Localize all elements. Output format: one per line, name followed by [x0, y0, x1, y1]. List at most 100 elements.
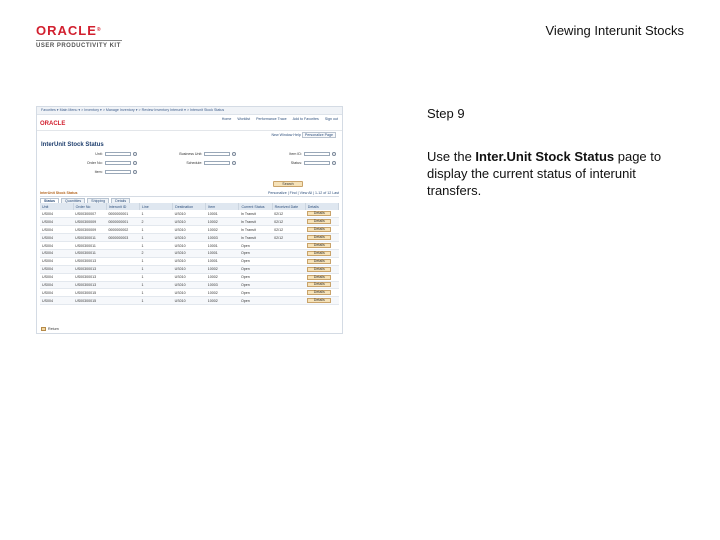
criteria-input[interactable]: [104, 152, 131, 156]
grid-tab[interactable]: Quantities: [60, 198, 86, 203]
criteria-field: Status:: [242, 160, 336, 166]
criteria-input[interactable]: [204, 161, 231, 165]
logo-subtitle: USER PRODUCTIVITY KIT: [36, 43, 121, 49]
table-cell: US004: [40, 265, 74, 274]
table-cell: US00300015: [73, 296, 107, 306]
table-row: US004 US00300013 1 US010 10001 Open Details: [40, 257, 339, 266]
lookup-icon[interactable]: [232, 161, 237, 165]
table-cell: Open: [238, 296, 273, 306]
table-cell: US004: [40, 288, 74, 298]
table-cell: 10001: [205, 210, 239, 219]
column-header[interactable]: Unit: [40, 203, 74, 210]
header-link[interactable]: New Window: [271, 133, 292, 137]
column-header[interactable]: Details: [305, 203, 340, 210]
table-cell: US010: [172, 225, 206, 235]
details-button[interactable]: Details: [307, 211, 332, 217]
details-button[interactable]: Details: [307, 266, 332, 272]
criteria-input[interactable]: [303, 161, 330, 165]
details-button[interactable]: Details: [307, 250, 332, 256]
details-button[interactable]: Details: [307, 227, 332, 233]
lookup-icon[interactable]: [232, 152, 237, 156]
criteria-input[interactable]: [204, 152, 231, 156]
table-cell: US010: [172, 249, 206, 258]
column-header[interactable]: Destination: [172, 203, 207, 210]
return-link[interactable]: Return: [41, 327, 59, 331]
column-header[interactable]: Received Date: [272, 203, 306, 210]
top-nav-item[interactable]: Sign out: [325, 117, 338, 121]
header-link[interactable]: Help: [293, 133, 300, 137]
details-button[interactable]: Details: [307, 282, 332, 288]
criteria-field: Item:: [43, 169, 137, 175]
column-header[interactable]: Current Status: [238, 203, 273, 210]
table-cell: US00300015: [73, 288, 107, 298]
top-nav-item[interactable]: Performance Trace: [256, 117, 287, 121]
details-button[interactable]: Details: [307, 243, 332, 248]
table-cell: 1: [139, 288, 173, 298]
details-button[interactable]: Details: [307, 290, 332, 296]
column-header[interactable]: Order No: [73, 203, 107, 210]
lookup-icon[interactable]: [132, 152, 137, 156]
table-cell: 10002: [205, 296, 239, 306]
table-cell: US010: [172, 265, 206, 274]
lookup-icon[interactable]: [331, 161, 336, 165]
grid-tab[interactable]: Shipping: [87, 198, 110, 203]
table-row: US004 US00300015 1 US010 10002 Open Details: [40, 288, 339, 298]
criteria-input[interactable]: [104, 170, 131, 174]
table-row: US004 US00300009 0000000002 1 US010 10002 In T…: [40, 225, 339, 235]
table-cell: US004: [40, 257, 74, 266]
table-cell: US010: [172, 281, 206, 290]
table-cell: Details: [305, 233, 339, 243]
table-cell: 02/12: [272, 233, 306, 243]
criteria-input[interactable]: [104, 161, 131, 165]
lookup-icon[interactable]: [331, 152, 336, 156]
table-cell: US00300013: [73, 257, 107, 266]
table-cell: US004: [40, 296, 74, 306]
table-row: US004 US00300013 1 US010 10002 Open Details: [40, 273, 339, 282]
table-cell: Open: [238, 273, 273, 282]
top-nav-item[interactable]: Add to Favorites: [293, 117, 319, 121]
column-header[interactable]: Line: [139, 203, 174, 210]
table-cell: US004: [40, 249, 74, 258]
table-cell: 10003: [205, 233, 239, 243]
criteria-field: Order No:: [43, 160, 137, 166]
details-button[interactable]: Details: [307, 235, 332, 241]
header-link[interactable]: Personalize Page: [301, 132, 336, 138]
app-page-heading: InterUnit Stock Status: [41, 142, 104, 148]
table-cell: Details: [305, 217, 339, 227]
details-button[interactable]: Details: [307, 219, 332, 225]
return-icon: [41, 327, 46, 331]
lookup-icon[interactable]: [132, 161, 137, 165]
search-button[interactable]: Search: [273, 181, 303, 187]
app-logo: ORACLE: [40, 121, 66, 127]
header-links: New Window Help Personalize Page: [37, 131, 342, 139]
table-cell: [106, 273, 140, 282]
top-nav-item[interactable]: Worklist: [237, 117, 250, 121]
table-cell: US004: [40, 281, 74, 290]
table-cell: [272, 296, 306, 306]
grid-navigation[interactable]: Personalize | Find | View All | 1-12 of …: [268, 191, 339, 196]
table-cell: US004: [40, 210, 74, 219]
lookup-icon[interactable]: [132, 170, 137, 174]
table-cell: 0000000002: [106, 225, 140, 235]
table-cell: US00300007: [73, 210, 107, 219]
column-header[interactable]: Item: [205, 203, 240, 210]
criteria-field: Unit:: [43, 151, 137, 157]
details-button[interactable]: Details: [307, 274, 332, 280]
table-cell: 02/12: [272, 225, 306, 235]
grid-tab[interactable]: Details: [111, 198, 131, 203]
table-cell: 1: [139, 265, 173, 274]
top-nav-item[interactable]: Home: [222, 117, 232, 121]
search-criteria: Unit: Business Unit: Item ID: Order No: Sche…: [37, 151, 342, 175]
table-cell: US004: [40, 233, 74, 243]
table-cell: 10002: [205, 273, 239, 282]
top-nav: Home Worklist Performance Trace Add to Favo…: [222, 117, 338, 121]
table-cell: US010: [172, 210, 206, 219]
details-button[interactable]: Details: [307, 298, 332, 304]
table-cell: Details: [305, 273, 339, 282]
details-button[interactable]: Details: [307, 258, 332, 264]
table-cell: 02/12: [272, 217, 306, 227]
criteria-input[interactable]: [303, 152, 330, 156]
column-header[interactable]: Interunit ID: [106, 203, 140, 210]
grid-tab[interactable]: Status: [40, 198, 59, 203]
table-cell: Details: [305, 249, 339, 258]
